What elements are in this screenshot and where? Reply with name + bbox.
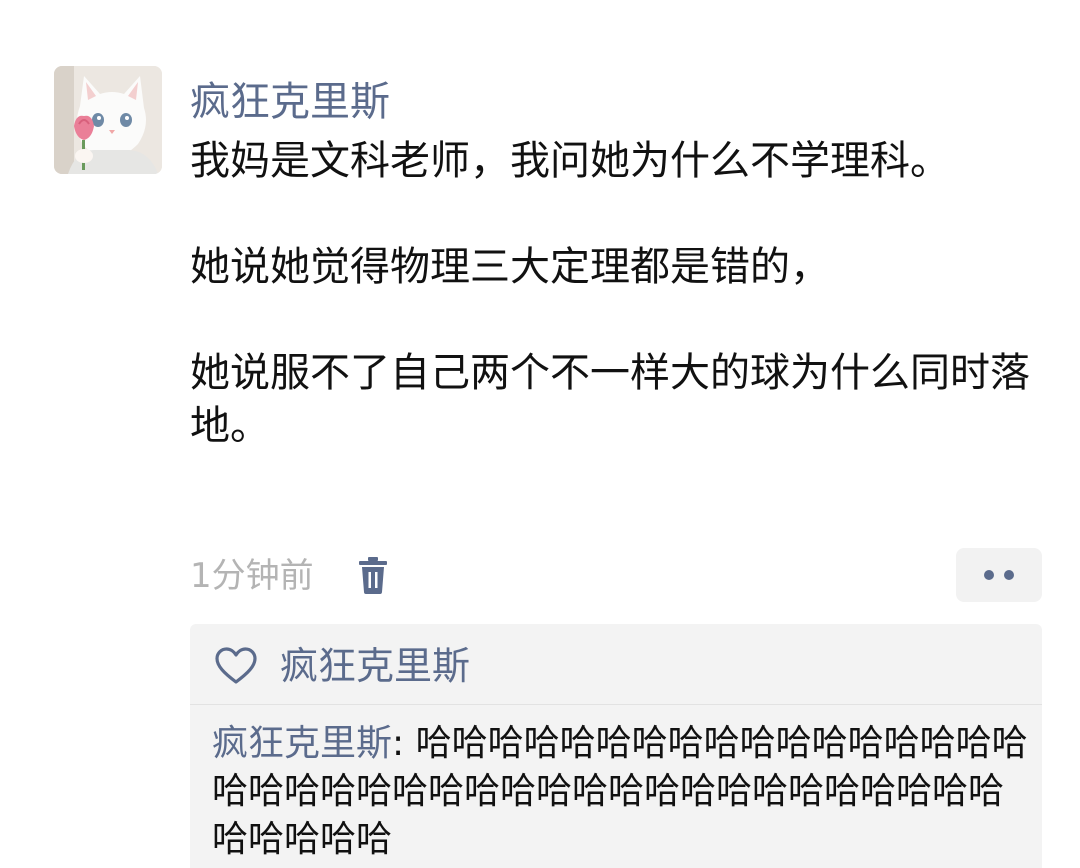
post-paragraph: 她说她觉得物理三大定理都是错的， <box>190 244 830 290</box>
dot <box>1004 570 1014 580</box>
heart-icon <box>215 647 257 684</box>
post-paragraph: 她说服不了自己两个不一样大的球为什么同时落地。 <box>190 350 1030 449</box>
post-timestamp: 1分钟前 <box>190 556 314 596</box>
post-author-name[interactable]: 疯狂克里斯 <box>190 76 390 128</box>
likes-comments-panel: 疯狂克里斯 疯狂克里斯: 哈哈哈哈哈哈哈哈哈哈哈哈哈哈哈哈哈哈哈哈哈哈哈哈哈哈哈… <box>190 624 1042 868</box>
more-dots-icon[interactable] <box>956 548 1042 602</box>
post-paragraph: 我妈是文科老师，我问她为什么不学理科。 <box>190 138 950 184</box>
trash-icon[interactable] <box>356 556 390 596</box>
comment-author[interactable]: 疯狂克里斯 <box>212 723 392 764</box>
post-content: 我妈是文科老师，我问她为什么不学理科。 她说她觉得物理三大定理都是错的， 她说服… <box>190 135 1030 453</box>
dot <box>984 570 994 580</box>
avatar[interactable] <box>54 66 162 174</box>
likes-row: 疯狂克里斯 <box>214 640 470 692</box>
moments-post: 疯狂克里斯 我妈是文科老师，我问她为什么不学理科。 她说她觉得物理三大定理都是错… <box>0 0 1080 868</box>
divider <box>190 704 1042 705</box>
like-user-name[interactable]: 疯狂克里斯 <box>280 640 470 692</box>
comment-item[interactable]: 疯狂克里斯: 哈哈哈哈哈哈哈哈哈哈哈哈哈哈哈哈哈哈哈哈哈哈哈哈哈哈哈哈哈哈哈哈哈… <box>212 720 1032 864</box>
cat-avatar-image <box>54 66 162 174</box>
comment-separator: : <box>392 723 416 764</box>
